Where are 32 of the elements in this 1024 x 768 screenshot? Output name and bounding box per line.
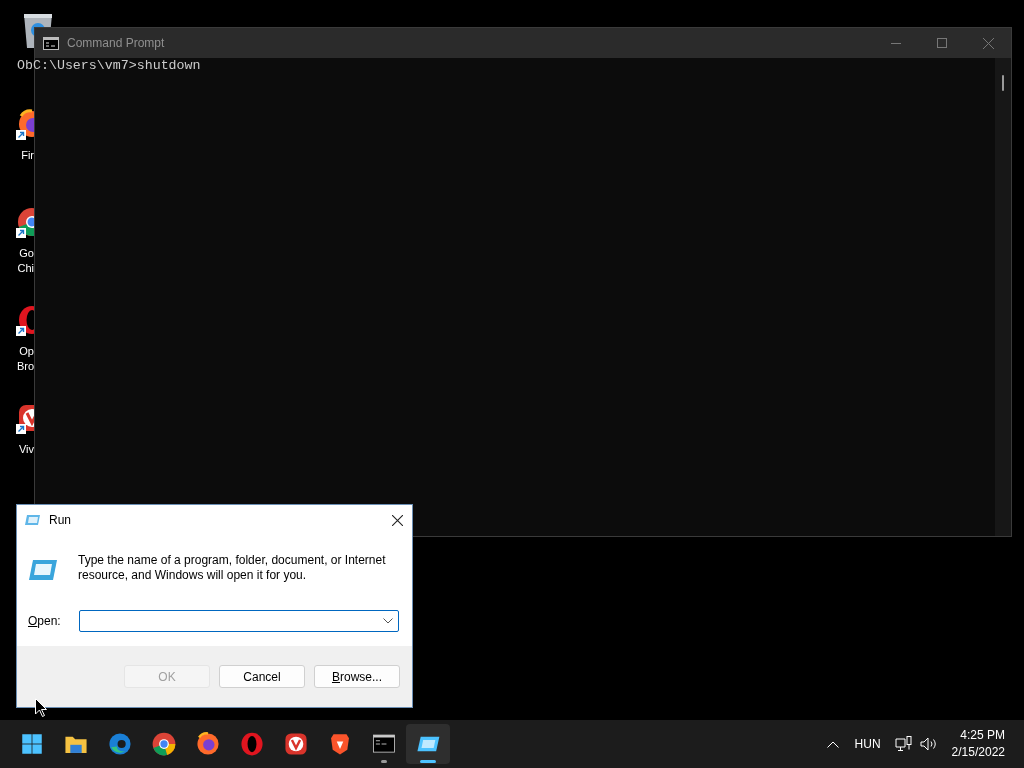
dialog-title: Run xyxy=(49,512,71,529)
clock[interactable]: 4:25 PM 2/15/2022 xyxy=(937,727,1024,761)
dropdown-chevron-icon xyxy=(383,618,393,624)
console-text: ObC:\Users\vm7>shutdown xyxy=(17,58,201,73)
browse-button[interactable]: Browse... xyxy=(314,665,400,688)
close-icon xyxy=(982,37,994,49)
run-taskbar-button[interactable] xyxy=(406,724,450,764)
speaker-icon[interactable] xyxy=(919,737,938,751)
fox-browser-icon xyxy=(195,731,221,757)
start-icon xyxy=(19,731,45,757)
browser-icon xyxy=(151,731,177,757)
instruction-text: Type the name of a program, folder, document, or Internet resource, and Windows will open it for you. xyxy=(78,553,387,583)
cancel-button[interactable]: Cancel xyxy=(219,665,305,688)
open-label: Open: xyxy=(28,613,61,630)
icon-label: Op Bro xyxy=(16,344,34,374)
scroll-bar[interactable] xyxy=(995,58,1011,536)
chevron-up-icon[interactable] xyxy=(826,740,839,748)
window-title: Command Prompt xyxy=(67,35,165,52)
ring-browser-icon xyxy=(239,731,265,757)
icon-label: Go Chi xyxy=(16,246,34,276)
run-icon xyxy=(25,514,41,526)
maximize-icon xyxy=(937,38,947,48)
console-icon xyxy=(43,36,59,50)
open-combobox[interactable] xyxy=(79,610,399,632)
close-icon xyxy=(391,514,403,526)
browser-icon xyxy=(107,731,133,757)
run-icon xyxy=(28,559,58,581)
network-icon[interactable] xyxy=(894,736,912,752)
icon-label: Viv xyxy=(17,442,34,457)
icon-label: Fir xyxy=(20,148,34,163)
language-indicator[interactable]: HUN xyxy=(854,735,881,753)
browser-icon xyxy=(283,731,309,757)
